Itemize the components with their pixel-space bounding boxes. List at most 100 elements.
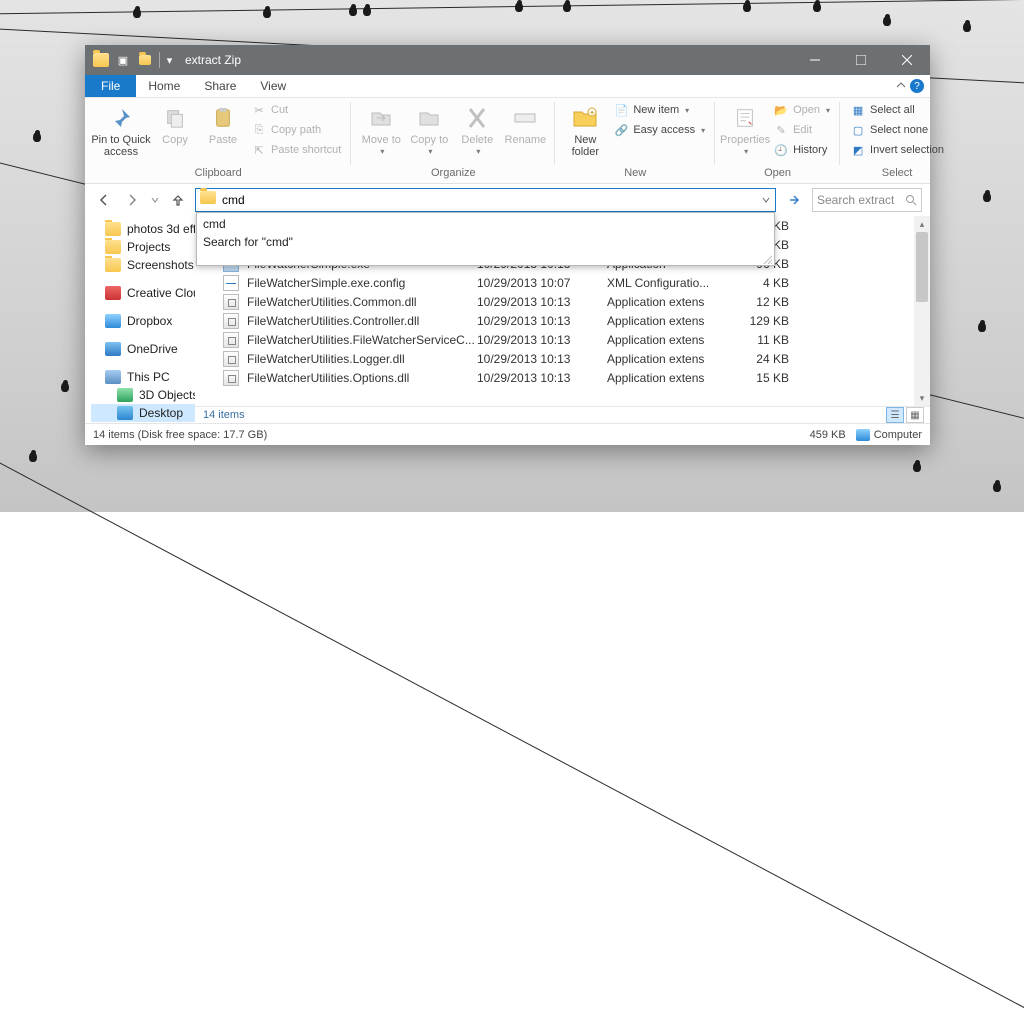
sidebar-item[interactable]: OneDrive <box>91 340 195 358</box>
status-size: 459 KB <box>810 429 846 441</box>
file-name: FileWatcherUtilities.FileWatcherServiceC… <box>247 333 477 347</box>
table-row[interactable]: FileWatcherUtilities.Controller.dll10/29… <box>195 311 930 330</box>
file-type: XML Configuratio... <box>607 276 737 290</box>
table-row[interactable]: FileWatcherUtilities.Logger.dll10/29/201… <box>195 349 930 368</box>
tab-share[interactable]: Share <box>192 75 248 97</box>
search-input[interactable]: Search extract <box>812 188 922 212</box>
navigation-pane[interactable]: photos 3d effeProjectsScreenshots Creativ… <box>85 216 195 423</box>
file-icon <box>223 294 239 310</box>
pin-quick-access-button[interactable]: Pin to Quick access <box>91 100 151 158</box>
nav-row: cmd Search for "cmd" Search extract <box>85 184 930 216</box>
invert-selection-button[interactable]: ◩Invert selection <box>846 140 948 160</box>
group-label-clipboard: Clipboard <box>91 167 345 183</box>
paste-icon <box>209 104 237 132</box>
folder-icon <box>105 240 121 254</box>
table-row[interactable]: FileWatcherUtilities.Common.dll10/29/201… <box>195 292 930 311</box>
copy-button[interactable]: Copy <box>151 100 199 146</box>
open-button[interactable]: 📂Open▾ <box>769 100 834 120</box>
new-folder-button[interactable]: ✦ New folder <box>561 100 609 158</box>
copy-to-icon <box>415 104 443 132</box>
move-to-button[interactable]: Move to▾ <box>357 100 405 157</box>
group-label-open: Open <box>721 167 834 183</box>
titlebar[interactable]: ▣ ▾ extract Zip <box>85 45 930 75</box>
suggestion-search[interactable]: Search for "cmd" <box>197 233 774 251</box>
back-button[interactable] <box>93 189 115 211</box>
rename-button[interactable]: Rename <box>501 100 549 146</box>
resize-grip-icon[interactable] <box>762 254 772 264</box>
scroll-up-icon[interactable]: ▴ <box>914 216 930 232</box>
sidebar-item[interactable]: Desktop <box>91 404 195 422</box>
search-placeholder: Search extract <box>817 193 894 207</box>
table-row[interactable]: FileWatcherUtilities.FileWatcherServiceC… <box>195 330 930 349</box>
file-icon <box>223 332 239 348</box>
maximize-button[interactable] <box>838 45 884 75</box>
pc-icon <box>105 370 121 384</box>
status-items: 14 items (Disk free space: 17.7 GB) <box>93 429 267 441</box>
history-button[interactable]: 🕘History <box>769 140 834 160</box>
help-icon[interactable]: ? <box>910 79 924 93</box>
scroll-down-icon[interactable]: ▾ <box>914 390 930 406</box>
tab-view[interactable]: View <box>248 75 298 97</box>
close-button[interactable] <box>884 45 930 75</box>
select-none-button[interactable]: ▢Select none <box>846 120 948 140</box>
move-to-icon <box>367 104 395 132</box>
status-bar: 14 items (Disk free space: 17.7 GB) 459 … <box>85 423 930 445</box>
sidebar-item[interactable]: Projects <box>91 238 195 256</box>
qat-newfolder-icon[interactable] <box>137 52 153 68</box>
file-size: 15 KB <box>737 371 797 385</box>
new-item-button[interactable]: 📄New item▾ <box>609 100 709 120</box>
tab-file[interactable]: File <box>85 75 136 97</box>
edit-button[interactable]: ✎Edit <box>769 120 834 140</box>
select-all-button[interactable]: ▦Select all <box>846 100 948 120</box>
sidebar-item[interactable]: photos 3d effe <box>91 220 195 238</box>
forward-button[interactable] <box>121 189 143 211</box>
copy-to-button[interactable]: Copy to▾ <box>405 100 453 157</box>
pin-icon <box>107 104 135 132</box>
delete-icon <box>463 104 491 132</box>
easy-access-icon: 🔗 <box>613 122 629 138</box>
delete-button[interactable]: Delete▾ <box>453 100 501 157</box>
tab-home[interactable]: Home <box>136 75 192 97</box>
suggestion-cmd[interactable]: cmd <box>197 215 774 233</box>
dt-icon <box>117 406 133 420</box>
od-icon <box>105 342 121 356</box>
minimize-button[interactable] <box>792 45 838 75</box>
svg-text:✦: ✦ <box>589 109 595 117</box>
sidebar-item[interactable]: Screenshots <box>91 256 195 274</box>
sidebar-item[interactable]: 3D Objects <box>91 386 195 404</box>
sidebar-item[interactable]: This PC <box>91 368 195 386</box>
explorer-window: ▣ ▾ extract Zip File Home Share View ? P… <box>85 45 930 445</box>
new-folder-icon: ✦ <box>571 104 599 132</box>
sidebar-item[interactable]: Creative Cloud Files <box>91 284 195 302</box>
copy-path-button[interactable]: ⎘Copy path <box>247 120 345 140</box>
address-input[interactable] <box>222 193 757 207</box>
properties-button[interactable]: Properties▾ <box>721 100 769 157</box>
invert-selection-icon: ◩ <box>850 142 866 158</box>
qat-properties-icon[interactable]: ▣ <box>115 52 131 68</box>
table-row[interactable]: FileWatcherSimple.exe.config10/29/2013 1… <box>195 273 930 292</box>
view-details-button[interactable]: ☰ <box>886 407 904 423</box>
paste-button[interactable]: Paste <box>199 100 247 146</box>
ribbon-collapse-icon[interactable] <box>896 81 906 91</box>
copy-path-icon: ⎘ <box>251 122 267 138</box>
paste-shortcut-icon: ⇱ <box>251 142 267 158</box>
address-dropdown-icon[interactable] <box>757 196 775 204</box>
easy-access-button[interactable]: 🔗Easy access▾ <box>609 120 709 140</box>
table-row[interactable]: FileWatcherUtilities.Options.dll10/29/20… <box>195 368 930 387</box>
folder-icon <box>93 53 109 67</box>
view-large-button[interactable]: ▦ <box>906 407 924 423</box>
up-button[interactable] <box>167 189 189 211</box>
cut-button[interactable]: ✂Cut <box>247 100 345 120</box>
file-type: Application extens <box>607 371 737 385</box>
file-size: 24 KB <box>737 352 797 366</box>
scroll-thumb[interactable] <box>916 232 928 302</box>
ribbon: Pin to Quick access Copy Paste ✂Cut ⎘Cop… <box>85 98 930 184</box>
qat-customize-icon[interactable]: ▾ <box>159 52 175 68</box>
group-label-organize: Organize <box>357 167 549 183</box>
sidebar-item[interactable]: Dropbox <box>91 312 195 330</box>
recent-locations-button[interactable] <box>149 189 161 211</box>
go-button[interactable] <box>782 188 806 212</box>
paste-shortcut-button[interactable]: ⇱Paste shortcut <box>247 140 345 160</box>
address-bar[interactable]: cmd Search for "cmd" <box>195 188 776 212</box>
scrollbar[interactable]: ▴ ▾ <box>914 216 930 406</box>
